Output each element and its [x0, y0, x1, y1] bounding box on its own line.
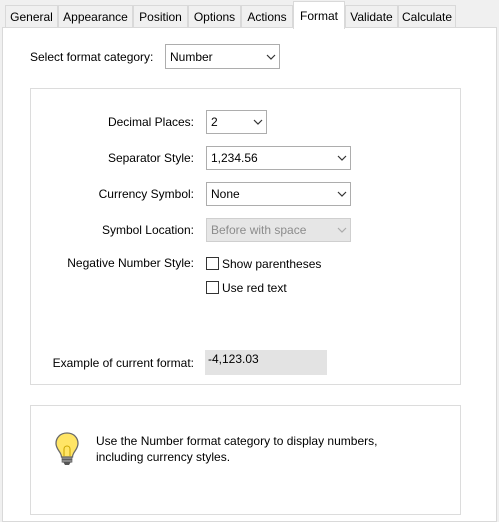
decimal-places-label: Decimal Places: [107, 115, 194, 129]
chevron-down-icon [334, 183, 350, 205]
example-format-value: -4,123.03 [205, 350, 327, 375]
chevron-down-icon [334, 219, 350, 241]
lightbulb-icon [54, 431, 80, 467]
symbol-location-value: Before with space [211, 223, 307, 237]
symbol-location-select[interactable]: Before with space [206, 218, 351, 242]
currency-symbol-value: None [211, 187, 240, 201]
hint-group [30, 405, 461, 515]
tab-format[interactable]: Format [293, 1, 345, 29]
hint-text-line1: Use the Number format category to displa… [96, 434, 378, 448]
chevron-down-icon [334, 147, 350, 169]
separator-style-value: 1,234.56 [211, 151, 258, 165]
use-red-text-checkbox[interactable] [206, 281, 219, 294]
tab-validate[interactable]: Validate [345, 5, 398, 28]
chevron-down-icon [250, 111, 266, 133]
tab-appearance[interactable]: Appearance [58, 5, 133, 28]
format-category-label: Select format category: [30, 50, 154, 64]
show-parentheses-label: Show parentheses [222, 257, 322, 271]
decimal-places-select[interactable]: 2 [206, 110, 267, 134]
show-parentheses-checkbox[interactable] [206, 257, 219, 270]
negative-number-style-label: Negative Number Style: [67, 256, 194, 270]
tab-calculate[interactable]: Calculate [398, 5, 456, 28]
decimal-places-value: 2 [211, 115, 218, 129]
separator-style-select[interactable]: 1,234.56 [206, 146, 351, 170]
symbol-location-label: Symbol Location: [101, 223, 194, 237]
chevron-down-icon [263, 45, 279, 68]
tab-strip: General Appearance Position Options Acti… [0, 0, 499, 29]
use-red-text-label: Use red text [222, 281, 287, 295]
tab-position[interactable]: Position [133, 5, 188, 28]
format-category-select[interactable]: Number [165, 44, 280, 69]
tab-options[interactable]: Options [188, 5, 241, 28]
example-format-label: Example of current format: [52, 356, 194, 370]
currency-symbol-label: Currency Symbol: [98, 187, 194, 201]
tab-general[interactable]: General [5, 5, 58, 28]
hint-text-line2: including currency styles. [96, 450, 231, 464]
separator-style-label: Separator Style: [107, 151, 194, 165]
tab-actions[interactable]: Actions [241, 5, 293, 28]
currency-symbol-select[interactable]: None [206, 182, 351, 206]
format-category-value: Number [170, 49, 213, 64]
